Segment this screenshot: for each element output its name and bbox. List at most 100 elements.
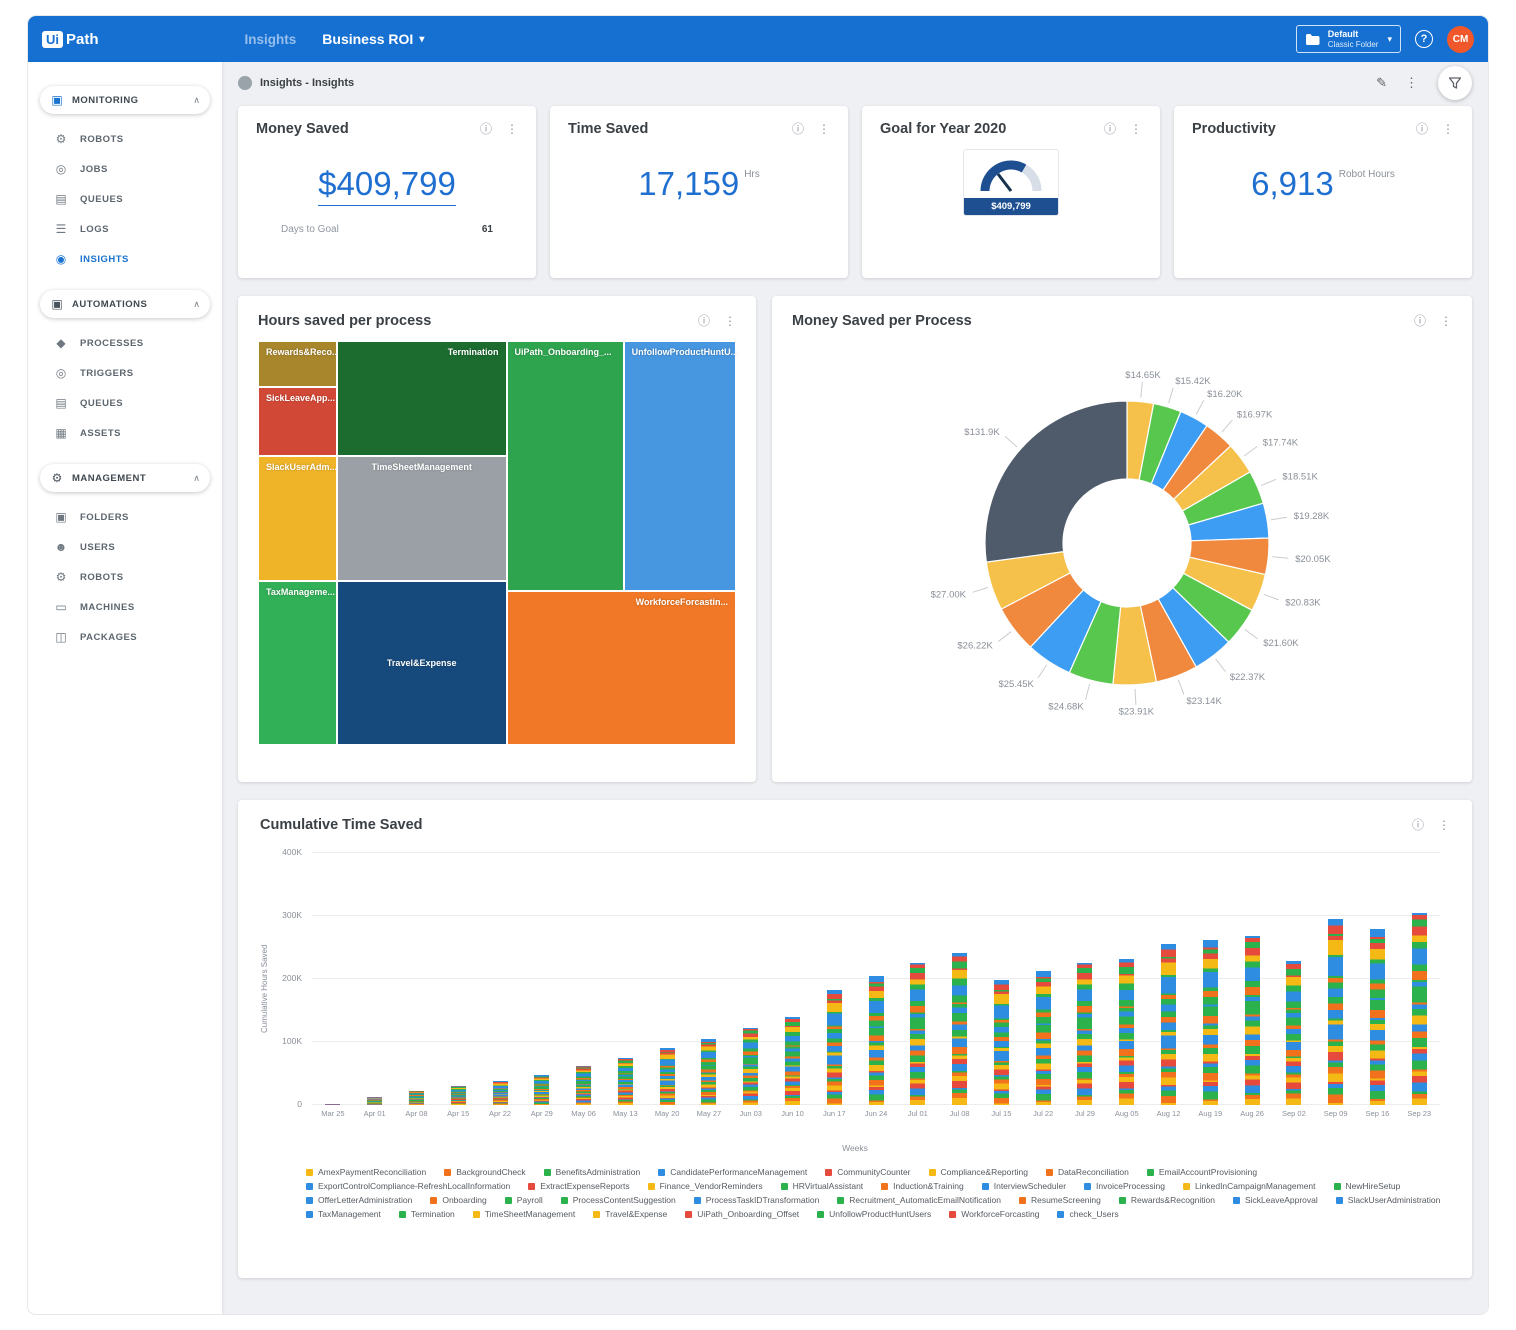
stacked-bar-sep-09[interactable] [1328,919,1343,1105]
legend-item-onboarding[interactable]: Onboarding [430,1195,486,1205]
sidebar-item-logs[interactable]: ☰LOGS [28,214,222,244]
sidebar-section-automations[interactable]: ▣AUTOMATIONS∧ [40,290,210,318]
stacked-bar-apr-01[interactable] [367,1097,382,1105]
kebab-icon[interactable]: ⋮ [1130,122,1142,136]
stacked-bar-jun-03[interactable] [743,1028,758,1105]
legend-item-resumescreening[interactable]: ResumeScreening [1019,1195,1101,1205]
treemap-block-unfollowproducthuntu[interactable]: UnfollowProductHuntU... [624,341,736,591]
stacked-bar-jul-08[interactable] [952,953,967,1106]
legend-item-compliance-reporting[interactable]: Compliance&Reporting [929,1167,1028,1177]
stacked-bar-aug-26[interactable] [1245,936,1260,1105]
legend-item-unfollowproducthuntusers[interactable]: UnfollowProductHuntUsers [817,1209,931,1219]
avatar[interactable]: CM [1447,26,1474,53]
legend-item-rewards-recognition[interactable]: Rewards&Recognition [1119,1195,1215,1205]
stacked-bar-apr-22[interactable] [493,1081,508,1105]
kebab-icon[interactable]: ⋮ [1405,75,1418,91]
legend-item-backgroundcheck[interactable]: BackgroundCheck [444,1167,525,1177]
legend-item-recruitment-automaticemailnotification[interactable]: Recruitment_AutomaticEmailNotification [837,1195,1001,1205]
stacked-bar-may-06[interactable] [576,1066,591,1105]
sidebar-item-processes[interactable]: ◆PROCESSES [28,328,222,358]
stacked-bar-jul-22[interactable] [1036,971,1051,1105]
legend-item-check-users[interactable]: check_Users [1057,1209,1118,1219]
treemap-block-travel-expense[interactable]: Travel&Expense [337,581,507,745]
sidebar-item-triggers[interactable]: ◎TRIGGERS [28,358,222,388]
stacked-bar-jul-15[interactable] [994,980,1009,1105]
kebab-icon[interactable]: ⋮ [724,314,736,328]
stacked-bar-sep-02[interactable] [1286,961,1301,1105]
sidebar-item-robots[interactable]: ⚙ROBOTS [28,124,222,154]
stacked-bar-apr-08[interactable] [409,1091,424,1105]
legend-item-communitycounter[interactable]: CommunityCounter [825,1167,910,1177]
sidebar-item-users[interactable]: ☻USERS [28,532,222,562]
kebab-icon[interactable]: ⋮ [506,122,518,136]
sidebar-section-monitoring[interactable]: ▣MONITORING∧ [40,86,210,114]
treemap-block-uipath-onboarding[interactable]: UiPath_Onboarding_... [507,341,624,591]
legend-item-travel-expense[interactable]: Travel&Expense [593,1209,667,1219]
treemap-block-taxmanageme[interactable]: TaxManageme... [258,581,337,745]
treemap-block-timesheetmanagement[interactable]: TimeSheetManagement [337,456,507,581]
stacked-bar-aug-19[interactable] [1203,940,1218,1105]
legend-item-induction-training[interactable]: Induction&Training [881,1181,964,1191]
stacked-bar-jul-29[interactable] [1077,963,1092,1105]
legend-item-newhiresetup[interactable]: NewHireSetup [1334,1181,1401,1191]
sidebar-item-insights[interactable]: ◉INSIGHTS [28,244,222,274]
stacked-bar-may-27[interactable] [701,1039,716,1105]
folder-selector[interactable]: Default Classic Folder ▾ [1296,25,1401,53]
legend-item-taxmanagement[interactable]: TaxManagement [306,1209,381,1219]
legend-item-processcontentsuggestion[interactable]: ProcessContentSuggestion [561,1195,676,1205]
info-icon[interactable]: ⓘ [1412,816,1424,833]
legend-item-sickleaveapproval[interactable]: SickLeaveApproval [1233,1195,1318,1205]
legend-item-workforceforcasting[interactable]: WorkforceForcasting [949,1209,1039,1219]
edit-icon[interactable]: ✎ [1376,75,1387,91]
legend-item-invoiceprocessing[interactable]: InvoiceProcessing [1084,1181,1165,1191]
stacked-bar-jun-24[interactable] [869,976,884,1105]
legend-item-hrvirtualassistant[interactable]: HRVirtualAssistant [781,1181,864,1191]
legend-item-uipath-onboarding-offset[interactable]: UiPath_Onboarding_Offset [685,1209,799,1219]
money-saved-value[interactable]: $409,799 [318,165,456,206]
stacked-bar-jun-17[interactable] [827,990,842,1105]
kebab-icon[interactable]: ⋮ [1442,122,1454,136]
sidebar-item-folders[interactable]: ▣FOLDERS [28,502,222,532]
filter-button[interactable] [1438,66,1472,100]
treemap-block-sickleaveapp[interactable]: SickLeaveApp... [258,387,337,456]
legend-item-benefitsadministration[interactable]: BenefitsAdministration [544,1167,641,1177]
nav-insights-label[interactable]: Insights [245,32,297,47]
goal-gauge-tile[interactable]: $409,799 [963,149,1059,216]
help-icon[interactable]: ? [1415,30,1433,48]
stacked-bar-jun-10[interactable] [785,1017,800,1105]
legend-item-linkedincampaignmanagement[interactable]: LinkedInCampaignManagement [1183,1181,1316,1191]
legend-item-slackuseradministration[interactable]: SlackUserAdministration [1336,1195,1441,1205]
legend-item-finance-vendorreminders[interactable]: Finance_VendorReminders [648,1181,763,1191]
sidebar-section-management[interactable]: ⚙MANAGEMENT∧ [40,464,210,492]
treemap-block-slackuseradm[interactable]: SlackUserAdm... [258,456,337,581]
treemap-block-workforceforcastin[interactable]: WorkforceForcastin... [507,591,736,745]
info-icon[interactable]: ⓘ [698,312,710,329]
legend-item-emailaccountprovisioning[interactable]: EmailAccountProvisioning [1147,1167,1257,1177]
stacked-bar-mar-25[interactable] [325,1104,340,1105]
stacked-bar-may-13[interactable] [618,1058,633,1105]
stacked-bar-apr-15[interactable] [451,1086,466,1105]
stacked-bar-sep-23[interactable] [1412,913,1427,1105]
info-icon[interactable]: ⓘ [1104,120,1116,137]
sidebar-item-assets[interactable]: ▦ASSETS [28,418,222,448]
kebab-icon[interactable]: ⋮ [1440,314,1452,328]
dashboard-selector[interactable]: Business ROI ▾ [322,31,424,47]
sidebar-item-packages[interactable]: ◫PACKAGES [28,622,222,652]
treemap-block-rewards-reco[interactable]: Rewards&Reco... [258,341,337,387]
donut-slice-131-9k[interactable] [985,401,1127,562]
sidebar-item-robots[interactable]: ⚙ROBOTS [28,562,222,592]
stacked-bar-aug-05[interactable] [1119,959,1134,1105]
legend-item-offerletteradministration[interactable]: OfferLetterAdministration [306,1195,412,1205]
legend-item-candidateperformancemanagement[interactable]: CandidatePerformanceManagement [658,1167,807,1177]
stacked-bar-sep-16[interactable] [1370,929,1385,1105]
legend-item-timesheetmanagement[interactable]: TimeSheetManagement [473,1209,575,1219]
stacked-bar-apr-29[interactable] [534,1075,549,1105]
legend-item-datareconciliation[interactable]: DataReconciliation [1046,1167,1129,1177]
sidebar-item-machines[interactable]: ▭MACHINES [28,592,222,622]
legend-item-processtaskidtransformation[interactable]: ProcessTaskIDTransformation [694,1195,820,1205]
stacked-bar-aug-12[interactable] [1161,944,1176,1105]
stacked-bar-jul-01[interactable] [910,963,925,1105]
info-icon[interactable]: ⓘ [1416,120,1428,137]
legend-item-payroll[interactable]: Payroll [505,1195,543,1205]
stacked-bar-may-20[interactable] [660,1048,675,1105]
